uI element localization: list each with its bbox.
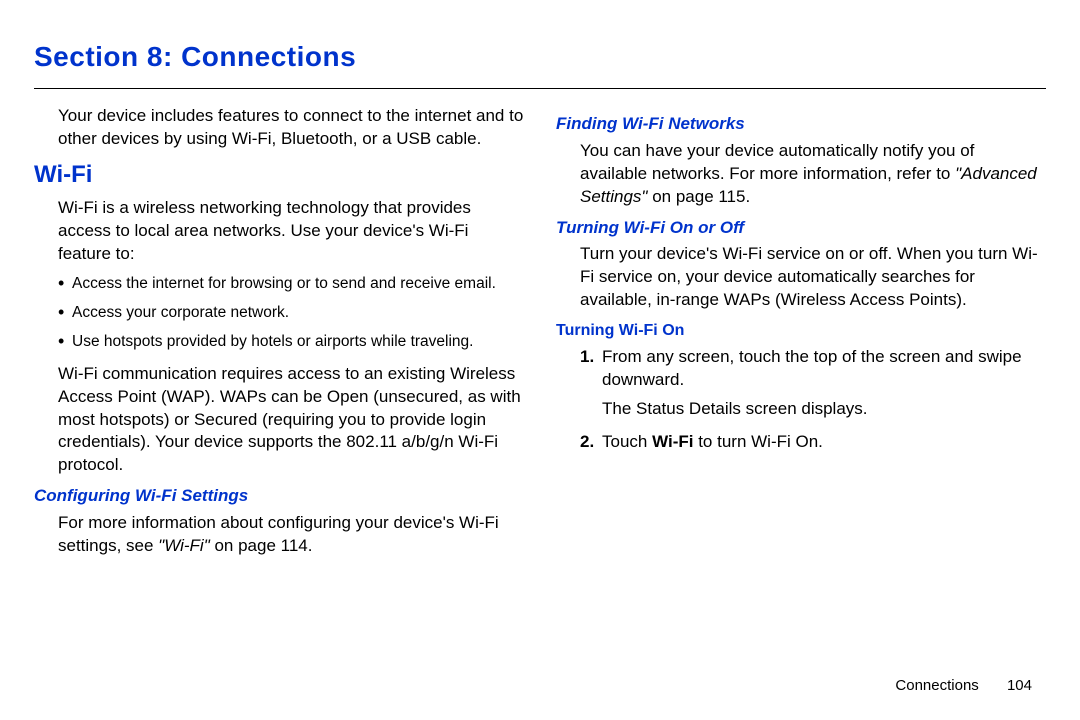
step-bold: Wi-Fi bbox=[652, 432, 693, 451]
finding-text-b: on page 115. bbox=[647, 187, 750, 206]
step-text: From any screen, touch the top of the sc… bbox=[602, 347, 1022, 389]
config-paragraph: For more information about configuring y… bbox=[34, 512, 524, 558]
step-text-b: to turn Wi-Fi On. bbox=[693, 432, 822, 451]
page-footer: Connections 104 bbox=[895, 676, 1032, 696]
list-item: Use hotspots provided by hotels or airpo… bbox=[58, 332, 524, 353]
heading-wifi: Wi-Fi bbox=[34, 159, 524, 191]
step-number: 1. bbox=[580, 346, 594, 369]
heading-finding-networks: Finding Wi-Fi Networks bbox=[556, 113, 1046, 136]
step-item: 1. From any screen, touch the top of the… bbox=[580, 346, 1046, 421]
toggle-paragraph: Turn your device's Wi-Fi service on or o… bbox=[556, 243, 1046, 312]
heading-config-wifi: Configuring Wi-Fi Settings bbox=[34, 485, 524, 508]
config-text-b: on page 114. bbox=[210, 536, 313, 555]
heading-turning-wifi-on: Turning Wi-Fi On bbox=[556, 320, 1046, 342]
step-text-a: Touch bbox=[602, 432, 652, 451]
footer-label: Connections bbox=[895, 677, 978, 694]
footer-page-number: 104 bbox=[1007, 677, 1032, 694]
heading-turning-wifi: Turning Wi-Fi On or Off bbox=[556, 217, 1046, 240]
section-rule bbox=[34, 88, 1046, 89]
step-subtext: The Status Details screen displays. bbox=[602, 398, 1046, 421]
list-item: Access the internet for browsing or to s… bbox=[58, 274, 524, 295]
list-item: Access your corporate network. bbox=[58, 303, 524, 324]
column-left: Your device includes features to connect… bbox=[34, 105, 524, 566]
wap-paragraph: Wi-Fi communication requires access to a… bbox=[34, 363, 524, 478]
finding-text-a: You can have your device automatically n… bbox=[580, 141, 974, 183]
steps-list: 1. From any screen, touch the top of the… bbox=[556, 346, 1046, 454]
step-item: 2. Touch Wi-Fi to turn Wi-Fi On. bbox=[580, 431, 1046, 454]
content-columns: Your device includes features to connect… bbox=[34, 105, 1046, 566]
step-number: 2. bbox=[580, 431, 594, 454]
finding-paragraph: You can have your device automatically n… bbox=[556, 140, 1046, 209]
section-title: Section 8: Connections bbox=[34, 38, 1046, 88]
column-right: Finding Wi-Fi Networks You can have your… bbox=[556, 105, 1046, 566]
intro-paragraph: Your device includes features to connect… bbox=[34, 105, 524, 151]
wifi-intro-paragraph: Wi-Fi is a wireless networking technolog… bbox=[34, 197, 524, 266]
reference-wifi: "Wi-Fi" bbox=[158, 536, 210, 555]
wifi-feature-list: Access the internet for browsing or to s… bbox=[34, 274, 524, 353]
